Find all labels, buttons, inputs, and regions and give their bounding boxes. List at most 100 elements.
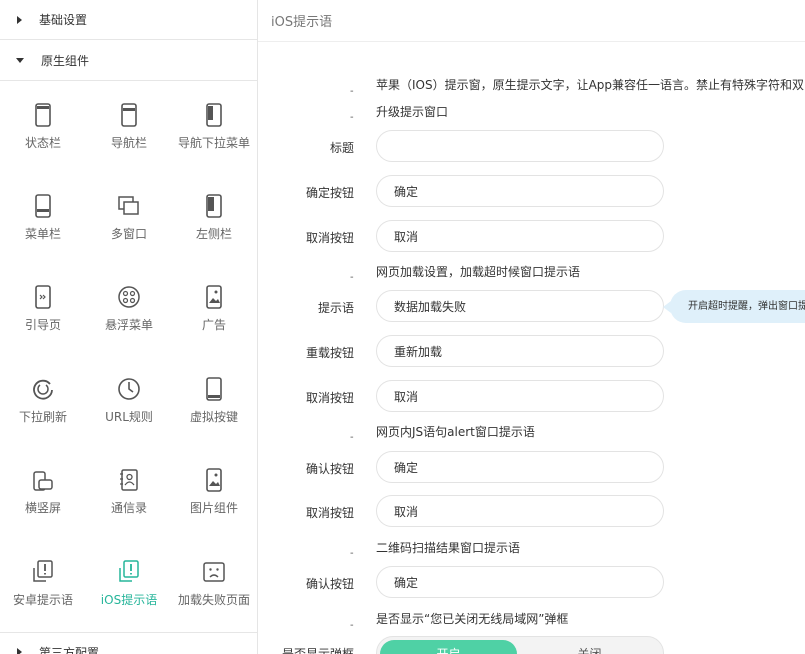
tile-pull-refresh[interactable]: 下拉刷新 xyxy=(0,356,86,448)
field-label: 确认按钮 xyxy=(305,462,354,476)
cancel-button-input[interactable] xyxy=(376,220,664,252)
qr-confirm-input[interactable] xyxy=(376,566,664,598)
field-label: 确认按钮 xyxy=(305,577,354,591)
intro-text: 苹果（IOS）提示窗，原生提示文字，让App兼容任一语言。禁止有特殊字符和双引号 xyxy=(376,78,805,92)
tile-label: 状态栏 xyxy=(24,136,61,150)
tile-multiwindow[interactable]: 多窗口 xyxy=(86,173,172,265)
field-label: 标题 xyxy=(329,141,354,155)
page-title: iOS提示语 xyxy=(271,15,333,30)
sidebar: 基础设置 原生组件 状态栏 导航栏 导航下拉菜单 菜单栏 多窗口 左侧栏 引导页… xyxy=(0,0,258,654)
tile-label: 横竖屏 xyxy=(24,501,61,515)
android-alert-icon xyxy=(33,560,53,582)
sidebar-category-label: 第三方配置 xyxy=(39,645,100,654)
caret-right-icon xyxy=(17,15,22,24)
tile-guide[interactable]: 引导页 xyxy=(0,264,86,356)
tile-statusbar[interactable]: 状态栏 xyxy=(0,82,86,174)
reload-button-input[interactable] xyxy=(376,335,664,367)
tile-label: 下拉刷新 xyxy=(18,410,67,424)
tile-label: 虚拟按键 xyxy=(189,410,238,424)
section-lan: 是否显示“您已关闭无线局域网”弹框 xyxy=(376,612,569,626)
multi-window-icon xyxy=(118,196,139,215)
show-dialog-toggle[interactable]: 开启 关闭 xyxy=(376,636,664,654)
tile-label: 图片组件 xyxy=(189,501,238,515)
dash-marker: - xyxy=(350,548,354,559)
refresh-icon xyxy=(33,379,53,400)
toggle-off-option[interactable]: 关闭 xyxy=(517,640,662,654)
title-input[interactable] xyxy=(376,130,664,162)
divider xyxy=(258,41,805,42)
contacts-icon xyxy=(120,469,138,491)
js-confirm-input[interactable] xyxy=(376,451,664,483)
image-icon xyxy=(206,468,222,492)
dash-marker: - xyxy=(350,112,354,123)
dash-marker: - xyxy=(350,272,354,283)
tile-label: URL规则 xyxy=(105,410,153,424)
prompt-input[interactable] xyxy=(376,290,664,322)
floating-menu-icon xyxy=(118,286,140,308)
confirm-button-input[interactable] xyxy=(376,175,664,207)
tile-orientation[interactable]: 横竖屏 xyxy=(0,447,86,539)
sidebar-category-label: 基础设置 xyxy=(39,13,88,27)
tile-label: 左侧栏 xyxy=(195,227,232,241)
tile-android-alert[interactable]: 安卓提示语 xyxy=(0,539,86,631)
section-js-alert: 网页内JS语句alert窗口提示语 xyxy=(376,425,535,439)
tile-load-failed[interactable]: 加载失败页面 xyxy=(171,539,257,631)
phone-navbar-icon xyxy=(121,103,137,127)
section-web-loading: 网页加载设置，加载超时候窗口提示语 xyxy=(376,265,581,279)
field-label: 取消按钮 xyxy=(305,506,354,520)
tile-navbar[interactable]: 导航栏 xyxy=(86,82,172,174)
main-panel: iOS提示语 - 苹果（IOS）提示窗，原生提示文字，让App兼容任一语言。禁止… xyxy=(258,0,805,654)
field-label: 提示语 xyxy=(317,301,354,315)
tile-floating-menu[interactable]: 悬浮菜单 xyxy=(86,264,172,356)
sidebar-category-native[interactable]: 原生组件 xyxy=(0,41,257,81)
tile-url-rules[interactable]: URL规则 xyxy=(86,356,172,448)
tile-label: 安卓提示语 xyxy=(12,593,73,607)
field-label: 确定按钮 xyxy=(305,186,354,200)
sad-face-icon xyxy=(203,562,225,582)
sidebar-category-label: 原生组件 xyxy=(41,54,90,68)
dash-marker: - xyxy=(350,86,354,97)
tile-ad[interactable]: 广告 xyxy=(171,264,257,356)
tile-label: iOS提示语 xyxy=(100,593,158,607)
ad-image-icon xyxy=(206,285,222,309)
field-label: 是否显示弹框 xyxy=(281,647,354,654)
tile-ios-alert[interactable]: iOS提示语 xyxy=(86,539,172,631)
tile-label: 加载失败页面 xyxy=(177,593,250,607)
cancel-button-input-2[interactable] xyxy=(376,380,664,412)
tile-label: 悬浮菜单 xyxy=(104,318,153,332)
tile-nav-dropdown[interactable]: 导航下拉菜单 xyxy=(171,82,257,174)
guide-page-icon xyxy=(35,285,51,309)
tile-virtual-keys[interactable]: 虚拟按键 xyxy=(171,356,257,448)
section-qr: 二维码扫描结果窗口提示语 xyxy=(376,541,521,555)
tile-label: 导航栏 xyxy=(110,136,147,150)
app-window: 基础设置 原生组件 状态栏 导航栏 导航下拉菜单 菜单栏 多窗口 左侧栏 引导页… xyxy=(0,0,805,654)
tile-left-sidebar[interactable]: 左侧栏 xyxy=(171,173,257,265)
tile-label: 多窗口 xyxy=(110,227,147,241)
dash-marker: - xyxy=(350,432,354,443)
tile-image-component[interactable]: 图片组件 xyxy=(171,447,257,539)
caret-right-icon xyxy=(17,648,22,654)
phone-statusbar-icon xyxy=(35,103,51,127)
virtual-key-icon xyxy=(206,377,222,401)
phone-menubar-icon xyxy=(35,194,51,218)
tile-label: 引导页 xyxy=(24,318,61,332)
tile-menubar[interactable]: 菜单栏 xyxy=(0,173,86,265)
tile-label: 菜单栏 xyxy=(24,227,61,241)
field-label: 重载按钮 xyxy=(305,346,354,360)
phone-sidebar-icon xyxy=(206,194,222,218)
timeout-tooltip: 开启超时提醒，弹出窗口提示 xyxy=(663,290,805,323)
tile-contacts[interactable]: 通信录 xyxy=(86,447,172,539)
js-cancel-input[interactable] xyxy=(376,495,664,527)
sidebar-category-basic[interactable]: 基础设置 xyxy=(0,0,257,40)
field-label: 取消按钮 xyxy=(305,231,354,245)
section-upgrade: 升级提示窗口 xyxy=(376,105,449,119)
tile-label: 导航下拉菜单 xyxy=(177,136,250,150)
caret-down-icon xyxy=(16,58,24,63)
tile-label: 广告 xyxy=(201,318,226,332)
field-label: 取消按钮 xyxy=(305,391,354,405)
tile-label: 通信录 xyxy=(110,501,147,515)
toggle-on-option[interactable]: 开启 xyxy=(380,640,517,654)
sidebar-category-third-party[interactable]: 第三方配置 xyxy=(0,632,257,654)
phone-dropdown-icon xyxy=(206,103,222,127)
dash-marker: - xyxy=(350,620,354,631)
